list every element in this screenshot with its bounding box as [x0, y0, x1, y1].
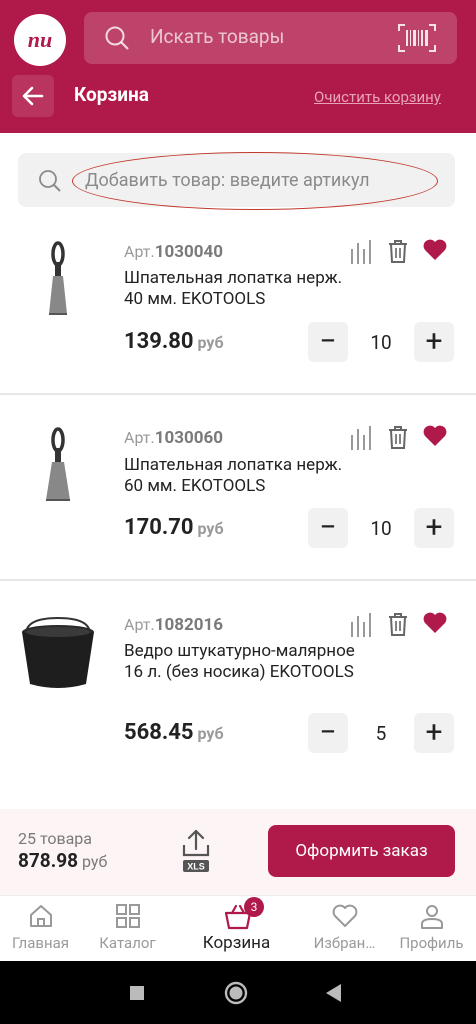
recents-icon[interactable]: [129, 985, 145, 1001]
divider: [0, 393, 476, 395]
quantity-value[interactable]: 5: [359, 722, 403, 745]
system-nav-bar: [0, 961, 476, 1024]
increase-qty-button[interactable]: +: [414, 322, 454, 362]
compare-icon[interactable]: [349, 612, 373, 638]
product-price: 139.80 руб: [124, 329, 224, 354]
home-icon: [30, 905, 52, 927]
search-icon: [105, 26, 129, 50]
search-bar[interactable]: Искать товары: [84, 12, 457, 64]
trash-icon[interactable]: [387, 238, 409, 264]
back-button[interactable]: [12, 75, 54, 117]
tab-label: Главная: [11, 934, 70, 952]
tab-label: Избран…: [313, 934, 376, 952]
tab-profile[interactable]: Профиль: [384, 896, 476, 962]
article-number: Арт.1030060: [124, 428, 223, 448]
trash-icon[interactable]: [387, 424, 409, 450]
increase-qty-button[interactable]: +: [414, 508, 454, 548]
spatula-product-image[interactable]: [40, 426, 76, 506]
grid-icon: [116, 904, 140, 928]
compare-icon[interactable]: [349, 239, 373, 265]
trash-icon[interactable]: [387, 611, 409, 637]
tab-home[interactable]: Главная: [0, 896, 88, 962]
article-number: Арт.1030040: [124, 242, 223, 262]
compare-icon[interactable]: [349, 425, 373, 451]
product-name[interactable]: Шпательная лопатка нерж. 40 мм. EKOTOOLS: [124, 268, 364, 310]
heart-icon[interactable]: [422, 611, 448, 635]
increase-qty-button[interactable]: +: [414, 713, 454, 753]
top-bar: пи Искать товары Корзина Очистить корзин…: [0, 0, 476, 133]
heart-icon[interactable]: [422, 238, 448, 262]
heart-icon[interactable]: [422, 424, 448, 448]
arrow-left-icon: [22, 86, 44, 106]
divider: [0, 579, 476, 581]
bucket-product-image[interactable]: [16, 612, 100, 692]
tab-label: Корзина: [202, 933, 271, 953]
tab-label: Каталог: [99, 934, 156, 952]
product-price: 568.45 руб: [124, 720, 224, 745]
tab-favorites[interactable]: Избран…: [297, 896, 392, 962]
tab-label: Профиль: [399, 934, 464, 952]
page-title: Корзина: [74, 83, 149, 106]
highlight-ellipse-annotation: [72, 152, 438, 210]
spatula-product-image[interactable]: [40, 240, 76, 320]
cart-summary: 25 товара 878.98 руб XLS Оформить заказ: [0, 809, 476, 895]
home-nav-icon[interactable]: [224, 981, 248, 1005]
decrease-qty-button[interactable]: −: [308, 713, 348, 753]
search-icon: [39, 170, 61, 192]
back-nav-icon[interactable]: [325, 983, 343, 1003]
cart-badge: 3: [244, 897, 264, 917]
bottom-tab-bar: Главная Каталог 3 Корзина Избран… Профил…: [0, 895, 476, 961]
clear-cart-link[interactable]: Очистить корзину: [314, 88, 441, 106]
tab-catalog[interactable]: Каталог: [80, 896, 175, 962]
decrease-qty-button[interactable]: −: [308, 508, 348, 548]
product-name[interactable]: Ведро штукатурно-малярное 16 л. (без нос…: [124, 641, 364, 683]
article-number: Арт.1082016: [124, 615, 223, 635]
checkout-button[interactable]: Оформить заказ: [268, 825, 455, 877]
heart-icon: [332, 904, 358, 927]
svg-text:XLS: XLS: [187, 862, 205, 872]
tab-cart[interactable]: 3 Корзина: [189, 896, 284, 962]
logo[interactable]: пи: [14, 14, 66, 66]
quantity-value[interactable]: 10: [359, 517, 403, 540]
export-xls-icon[interactable]: XLS: [181, 829, 211, 873]
barcode-scan-icon[interactable]: [397, 23, 437, 53]
product-name[interactable]: Шпательная лопатка нерж. 60 мм. EKOTOOLS: [124, 455, 364, 497]
quantity-value[interactable]: 10: [359, 331, 403, 354]
product-price: 170.70 руб: [124, 515, 224, 540]
items-count: 25 товара: [18, 829, 92, 848]
decrease-qty-button[interactable]: −: [308, 322, 348, 362]
search-input[interactable]: Искать товары: [150, 25, 284, 48]
cart-total: 878.98 руб: [18, 849, 108, 872]
user-icon: [421, 905, 443, 929]
